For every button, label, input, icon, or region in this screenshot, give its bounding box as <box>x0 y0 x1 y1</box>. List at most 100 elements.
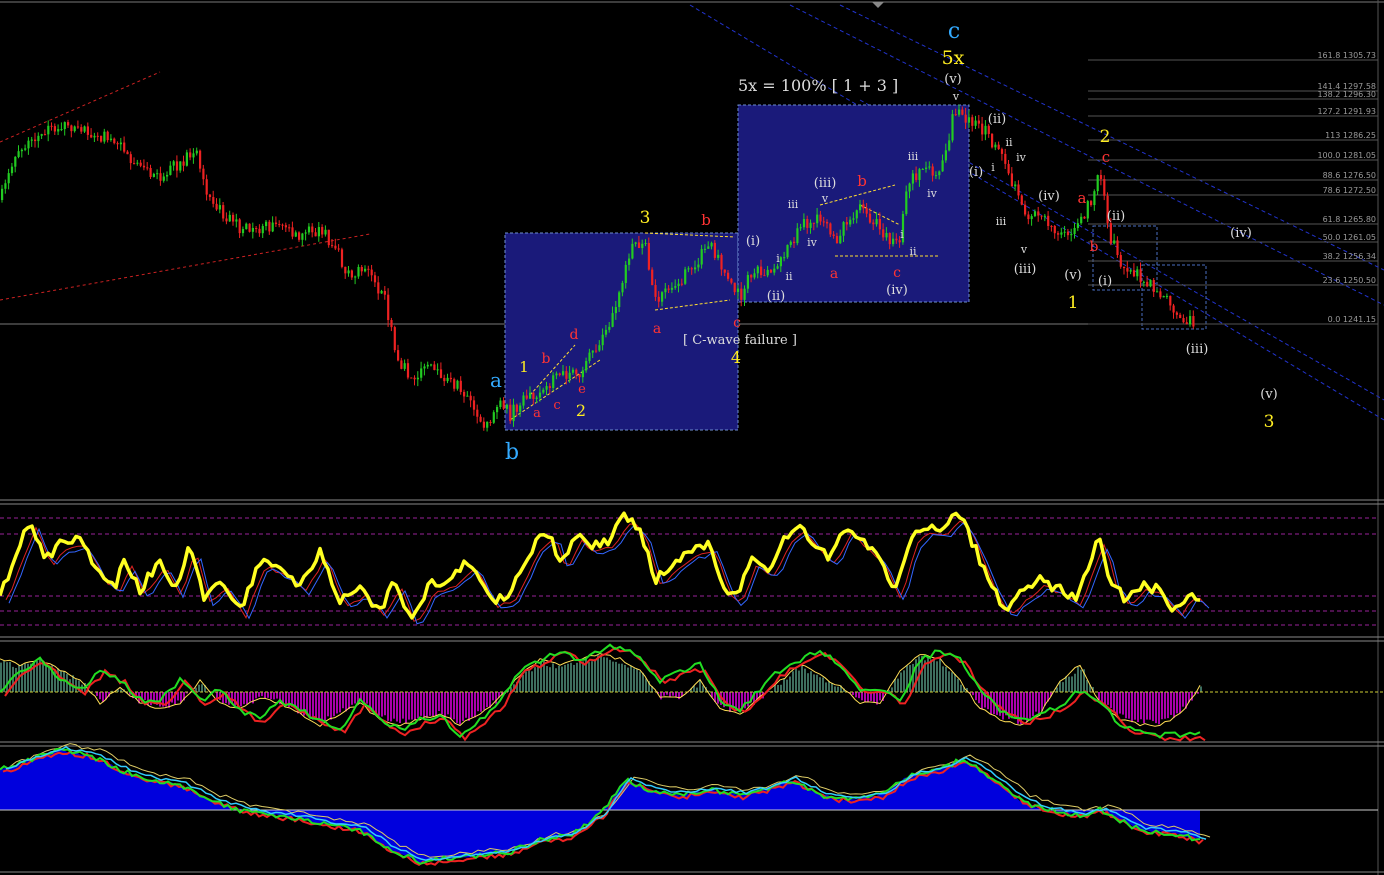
histogram-bar <box>816 674 818 692</box>
histogram-bar <box>519 680 521 692</box>
candle-body <box>974 120 977 126</box>
wave-label: iv <box>1016 151 1027 164</box>
candle-body <box>291 227 294 237</box>
histogram-bar <box>582 661 584 692</box>
candle-body <box>595 350 598 352</box>
histogram-bar <box>576 662 578 692</box>
candle-body <box>621 283 624 293</box>
candle-body <box>357 266 360 277</box>
candle-body <box>776 266 779 269</box>
candle-body <box>152 173 155 177</box>
candle-body <box>482 421 485 428</box>
histogram-bar <box>465 692 467 718</box>
candle-body <box>406 363 410 378</box>
histogram-bar <box>588 662 590 692</box>
histogram-bar <box>144 692 146 701</box>
candle-body <box>819 214 822 222</box>
candle-body <box>340 249 344 267</box>
candle-body <box>608 326 611 330</box>
candle-body <box>377 282 380 294</box>
candle-body <box>783 257 786 259</box>
candle-body <box>205 179 208 195</box>
histogram-bar <box>570 662 572 692</box>
wave-label: b <box>1090 239 1099 255</box>
candle-body <box>67 122 70 126</box>
candle-body <box>301 233 304 240</box>
candle-body <box>439 369 443 378</box>
histogram-bar <box>675 692 677 698</box>
histogram-bar <box>1167 692 1169 719</box>
candle-body <box>644 243 647 245</box>
candle-body <box>977 120 980 124</box>
candle-body <box>928 166 931 168</box>
histogram-bar <box>1026 692 1028 722</box>
histogram-bar <box>441 692 443 715</box>
candle-body <box>1000 149 1004 154</box>
fib-level-label: 23.6 1250.50 <box>1323 276 1376 285</box>
histogram-bar <box>642 672 644 692</box>
candle-body <box>83 126 86 132</box>
candle-body <box>634 242 637 244</box>
candle-body <box>700 249 703 265</box>
candle-body <box>552 375 555 389</box>
candle-body <box>525 395 528 399</box>
candle-body <box>76 126 80 128</box>
histogram-bar <box>393 692 395 719</box>
candle-body <box>505 404 509 409</box>
histogram-bar <box>555 668 557 692</box>
histogram-bar <box>1146 692 1148 720</box>
candle-body <box>694 267 697 270</box>
candle-body <box>274 222 278 225</box>
candle-body <box>1103 179 1106 196</box>
candle-body <box>948 140 951 151</box>
histogram-bar <box>996 692 998 715</box>
histogram-bar <box>414 692 416 720</box>
candle-body <box>802 219 806 228</box>
candle-body <box>20 149 23 152</box>
fib-level-label: 127.2 1291.93 <box>1317 107 1376 116</box>
histogram-bar <box>102 692 104 703</box>
candle-body <box>931 166 934 176</box>
candle-body <box>760 266 763 276</box>
histogram-bar <box>351 692 353 705</box>
candle-body <box>515 404 518 412</box>
candle-body <box>1073 227 1076 235</box>
histogram-bar <box>429 692 431 716</box>
histogram-bar <box>546 666 548 692</box>
candle-body <box>769 269 773 273</box>
candle-body <box>149 168 152 177</box>
candle-body <box>588 352 591 362</box>
histogram-bar <box>453 692 455 720</box>
candle-body <box>835 235 839 244</box>
candle-body <box>674 286 677 288</box>
candle-body <box>538 392 542 398</box>
candle-body <box>307 226 311 233</box>
candle-body <box>750 275 753 278</box>
candle-body <box>1156 291 1159 293</box>
candle-body <box>1179 314 1182 319</box>
candle-body <box>647 243 650 270</box>
histogram-bar <box>462 692 464 721</box>
candle-body <box>911 173 914 184</box>
candle-body <box>707 246 710 249</box>
histogram-bar <box>573 664 575 692</box>
histogram-bar <box>825 682 827 692</box>
candle-body <box>842 222 845 236</box>
histogram-bar <box>1131 692 1133 723</box>
fib-level-label: 113 1286.25 <box>1325 131 1376 140</box>
histogram-bar <box>432 692 434 717</box>
histogram-bar <box>789 676 791 692</box>
candle-body <box>182 161 185 166</box>
histogram-bar <box>861 692 863 701</box>
candle-body <box>57 129 60 132</box>
candle-body <box>159 173 162 181</box>
histogram-bar <box>903 670 905 692</box>
histogram-bar <box>348 692 350 709</box>
candle-body <box>664 288 667 293</box>
candle-body <box>463 391 466 397</box>
candle-body <box>337 248 340 250</box>
histogram-bar <box>960 684 962 692</box>
histogram-bar <box>426 692 428 718</box>
candle-body <box>410 377 413 379</box>
candle-body <box>789 241 792 245</box>
